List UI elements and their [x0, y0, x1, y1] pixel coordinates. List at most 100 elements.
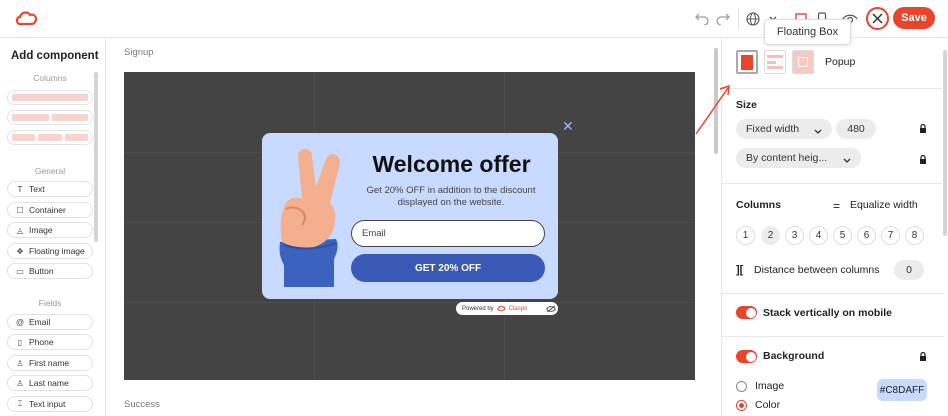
background-heading: Background — [763, 350, 825, 362]
chevron-down-icon — [843, 158, 851, 163]
background-color-label: Color — [755, 399, 781, 411]
column-count-4[interactable]: 4 — [809, 226, 828, 245]
close-icon[interactable]: ✕ — [562, 118, 574, 135]
component-label: Text — [29, 184, 45, 194]
component-label: Button — [29, 266, 54, 276]
editor-canvas: Signup ✕ Welcome offer Get 20% OFF in ad… — [107, 38, 720, 416]
component-label: Container — [29, 205, 66, 215]
button-icon: ▭ — [16, 266, 24, 276]
component-label: First name — [29, 358, 70, 368]
field-text-input[interactable]: ⌶ Text input — [7, 396, 93, 412]
lock-icon[interactable] — [919, 124, 927, 133]
background-image-label: Image — [755, 380, 785, 392]
powered-by-text: Powered by — [462, 305, 494, 312]
lock-icon[interactable] — [919, 352, 927, 361]
layout-bar-option[interactable] — [764, 50, 786, 74]
signup-step-label: Signup — [124, 47, 154, 58]
success-step-label: Success — [124, 399, 160, 410]
component-image[interactable]: ◬ Image — [7, 222, 93, 238]
sidebar-title: Add component — [11, 50, 99, 62]
signup-preview-backdrop: ✕ Welcome offer Get 20% OFF in addition … — [124, 72, 695, 380]
field-email[interactable]: @ Email — [7, 314, 93, 330]
height-mode-value: By content heig... — [746, 152, 828, 164]
sidebar-scrollbar[interactable] — [94, 72, 98, 242]
background-toggle[interactable] — [736, 350, 757, 363]
grid-line — [124, 302, 695, 303]
layout-popup-option[interactable] — [792, 50, 814, 74]
component-button[interactable]: ▭ Button — [7, 263, 93, 279]
layout-type-label: Popup — [825, 56, 856, 68]
powered-by-brand: Claspo — [508, 305, 528, 312]
claspo-logo-icon — [16, 11, 38, 26]
panel-divider — [722, 88, 944, 89]
columns-heading: Columns — [33, 73, 67, 83]
popup-floating-box[interactable]: Welcome offer Get 20% OFF in addition to… — [262, 133, 558, 299]
width-mode-value: Fixed width — [746, 123, 800, 135]
panel-divider — [722, 293, 944, 294]
text-input-icon: ⌶ — [17, 399, 23, 408]
save-button[interactable]: Save — [893, 7, 935, 29]
popup-cta-button[interactable]: GET 20% OFF — [351, 254, 545, 282]
globe-icon[interactable] — [743, 9, 763, 29]
component-container[interactable]: ☐ Container — [7, 202, 93, 218]
redo-icon[interactable] — [713, 9, 733, 29]
columns-heading: Columns — [736, 199, 781, 211]
equalize-icon[interactable]: = — [833, 199, 840, 213]
component-label: Phone — [29, 337, 54, 347]
text-icon: T — [17, 184, 23, 194]
component-label: Image — [29, 225, 53, 235]
panel-divider — [722, 336, 944, 337]
background-image-radio[interactable] — [736, 381, 747, 392]
chevron-down-icon — [814, 129, 822, 134]
panel-scrollbar[interactable] — [943, 50, 947, 236]
field-last-name[interactable]: ♙ Last name — [7, 375, 93, 391]
phone-icon: ▯ — [17, 337, 23, 347]
component-label: Email — [29, 317, 51, 327]
popup-email-field[interactable]: Email — [351, 220, 545, 247]
column-count-6[interactable]: 6 — [857, 226, 876, 245]
field-first-name[interactable]: ♙ First name — [7, 355, 93, 371]
claspo-logo-icon — [497, 305, 505, 311]
column-count-7[interactable]: 7 — [881, 226, 900, 245]
column-gap-icon: ][ — [736, 264, 744, 276]
column-count-8[interactable]: 8 — [905, 226, 924, 245]
background-color-swatch[interactable]: #C8DAFF — [877, 379, 927, 401]
undo-icon[interactable] — [692, 9, 712, 29]
component-text[interactable]: T Text — [7, 181, 93, 197]
width-value-input[interactable]: 480 — [836, 119, 876, 139]
eye-off-icon[interactable] — [546, 305, 557, 313]
stack-vertically-toggle[interactable] — [736, 306, 757, 319]
peace-hand-image — [279, 149, 340, 287]
column-layout-2[interactable] — [7, 110, 93, 125]
field-phone[interactable]: ▯ Phone — [7, 334, 93, 350]
distance-between-columns-label: Distance between columns — [754, 264, 880, 276]
width-mode-dropdown[interactable]: Fixed width — [736, 119, 832, 139]
popup-subtitle: Get 20% OFF in addition to the discount … — [366, 185, 536, 208]
height-mode-dropdown[interactable]: By content heig... — [736, 148, 861, 168]
floating-image-icon: ✥ — [16, 246, 24, 256]
layout-floating-box-option[interactable] — [736, 50, 758, 74]
lock-icon[interactable] — [919, 155, 927, 164]
toolbar-divider — [738, 8, 739, 30]
column-layout-1[interactable] — [7, 90, 93, 105]
image-icon: ◬ — [16, 225, 24, 235]
fields-heading: Fields — [38, 298, 62, 308]
background-color-radio[interactable] — [736, 400, 747, 411]
component-floating-image[interactable]: ✥ Floating image — [7, 243, 93, 259]
container-icon: ☐ — [16, 205, 24, 215]
component-label: Floating image — [29, 246, 85, 256]
column-count-1[interactable]: 1 — [736, 226, 755, 245]
component-label: Last name — [29, 378, 69, 388]
distance-value-input[interactable]: 0 — [894, 260, 924, 280]
annotation-arrow-icon — [695, 84, 730, 135]
powered-by-badge[interactable]: Powered by Claspo — [456, 302, 558, 315]
close-editor-button[interactable] — [866, 7, 889, 30]
column-layout-3[interactable] — [7, 130, 93, 145]
column-count-3[interactable]: 3 — [785, 226, 804, 245]
component-sidebar: Add component Columns General T Text ☐ Con… — [0, 38, 106, 416]
panel-divider — [722, 183, 944, 184]
equalize-width-label[interactable]: Equalize width — [850, 199, 918, 211]
column-count-2[interactable]: 2 — [761, 226, 780, 245]
close-icon — [872, 13, 883, 24]
column-count-5[interactable]: 5 — [833, 226, 852, 245]
